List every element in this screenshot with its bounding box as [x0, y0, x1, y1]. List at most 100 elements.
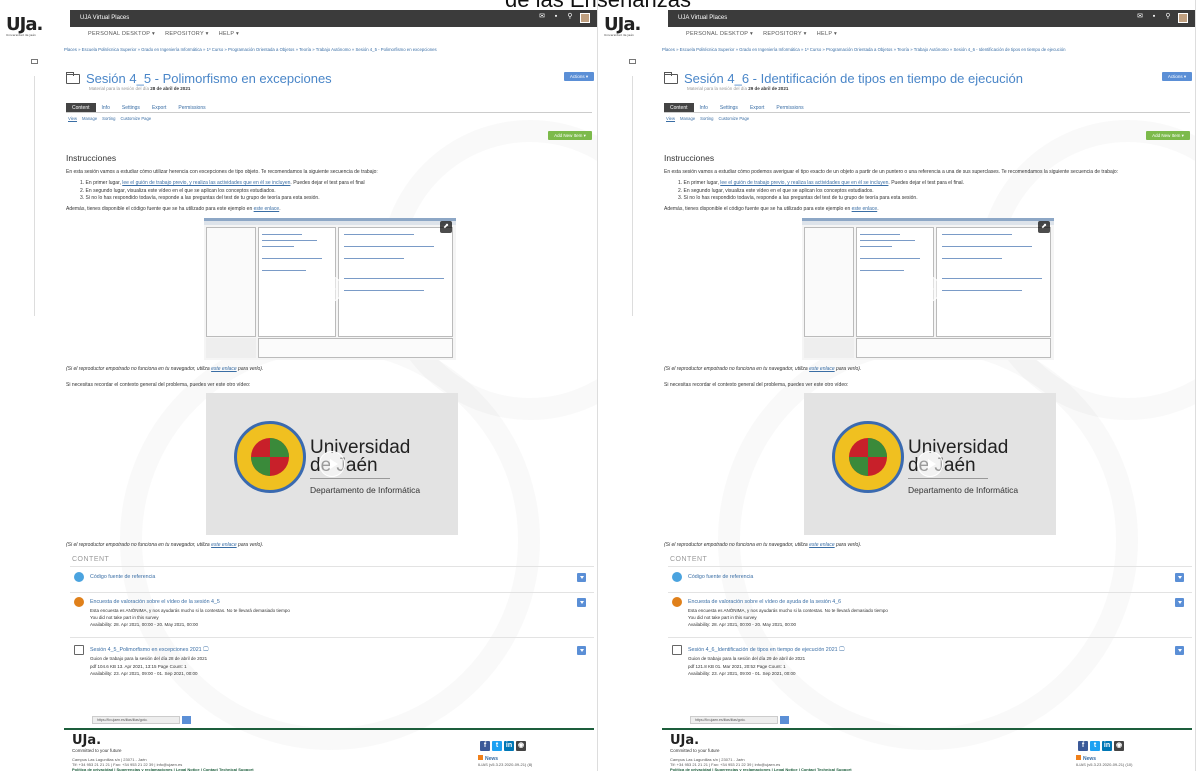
player-note-link[interactable]: este enlace: [211, 542, 237, 548]
actions-button[interactable]: Actions ▾: [1162, 72, 1192, 81]
actions-button[interactable]: Actions ▾: [564, 72, 594, 81]
video-player-1[interactable]: ⬈: [204, 218, 456, 360]
player-note-link[interactable]: este enlace: [809, 542, 835, 548]
nav-personal-desktop[interactable]: PERSONAL DESKTOP ▾: [686, 31, 753, 37]
left-divider: [632, 76, 633, 316]
item-actions-button[interactable]: [577, 646, 586, 655]
item-actions-button[interactable]: [1175, 598, 1184, 607]
item-desc: Esta encuesta es ANÓNIMA, y nos ayudarás…: [688, 608, 888, 613]
subtab-sorting[interactable]: Sorting: [700, 116, 713, 121]
url-button[interactable]: [780, 716, 789, 724]
player-note-link[interactable]: este enlace: [211, 366, 237, 372]
code-line: [860, 234, 900, 235]
code-line: [942, 258, 1002, 259]
link-icon: [672, 572, 682, 582]
thumb-code-pane: [338, 227, 453, 337]
video-player-2[interactable]: Universidadde Jaén Departamento de Infor…: [804, 393, 1056, 535]
item-actions-button[interactable]: [1175, 573, 1184, 582]
item-title[interactable]: Sesión 4_6_Identificación de tipos en ti…: [688, 647, 844, 654]
add-new-item-button[interactable]: Add New Item ▾: [548, 131, 592, 140]
item-actions-button[interactable]: [577, 598, 586, 607]
guion-link[interactable]: lee el guión de trabajo previo, y realiz…: [720, 180, 888, 186]
tree-toggle-icon[interactable]: .: [629, 59, 636, 64]
nav-repository[interactable]: REPOSITORY ▾: [763, 31, 807, 37]
version-text: ILIAS (v5.3.23 2020-09-21) (8): [478, 762, 533, 767]
code-line: [942, 234, 1012, 235]
item-title[interactable]: Sesión 4_5_Polimorfismo en excepciones 2…: [90, 647, 208, 654]
status-url: https://ilv.ujaen.es/ilias/ilias/goto.: [690, 716, 778, 724]
linkedin-icon[interactable]: in: [504, 741, 514, 751]
footer-logo[interactable]: UJa.: [72, 733, 101, 748]
nav-help[interactable]: HELP ▾: [817, 31, 837, 37]
subtab-manage[interactable]: Manage: [680, 116, 695, 121]
item-title[interactable]: Código fuente de referencia: [688, 574, 753, 580]
mail-icon[interactable]: ✉: [538, 13, 546, 21]
url-button[interactable]: [182, 716, 191, 724]
twitter-icon[interactable]: t: [1090, 741, 1100, 751]
item-actions-button[interactable]: [577, 573, 586, 582]
video-player-1[interactable]: ⬈: [802, 218, 1054, 360]
play-button[interactable]: [917, 451, 943, 477]
video-player-2[interactable]: Universidadde Jaén Departamento de Infor…: [206, 393, 458, 535]
code-line: [262, 270, 306, 271]
subtab-view[interactable]: View: [666, 116, 675, 121]
item-title[interactable]: Encuesta de valoración sobre el vídeo de…: [90, 599, 220, 605]
tree-toggle-icon[interactable]: .: [31, 59, 38, 64]
play-button[interactable]: [915, 276, 941, 302]
uja-logo[interactable]: UJa. Universidad de Jaén: [604, 14, 641, 37]
instagram-icon[interactable]: ◉: [1114, 741, 1124, 751]
code-line: [860, 270, 904, 271]
nav-repository[interactable]: REPOSITORY ▾: [165, 31, 209, 37]
twitter-icon[interactable]: t: [492, 741, 502, 751]
open-external-icon[interactable]: ⬈: [440, 221, 452, 233]
video2-department: Departamento de Informática: [310, 485, 421, 495]
footer-links[interactable]: Política de privacidad | Sugerencias y r…: [670, 767, 852, 771]
player-note: (Si el reproductor empotrado no funciona…: [664, 542, 862, 548]
footer-logo[interactable]: UJa.: [670, 733, 699, 748]
player-note-link[interactable]: este enlace: [809, 366, 835, 372]
add-new-item-button[interactable]: Add New Item ▾: [1146, 131, 1190, 140]
chat-icon[interactable]: ▪: [552, 13, 560, 21]
item-actions-button[interactable]: [1175, 646, 1184, 655]
subtab-customize[interactable]: Customize Page: [120, 116, 151, 121]
survey-icon: [74, 597, 84, 607]
search-icon[interactable]: ⚲: [566, 13, 574, 21]
breadcrumb[interactable]: Places » Escuela Politécnica Superior » …: [64, 47, 437, 52]
facebook-icon[interactable]: f: [1078, 741, 1088, 751]
facebook-icon[interactable]: f: [480, 741, 490, 751]
nav-personal-desktop[interactable]: PERSONAL DESKTOP ▾: [88, 31, 155, 37]
content-separator: [70, 637, 594, 638]
user-avatar[interactable]: [1178, 13, 1188, 23]
step-1: 1. En primer lugar, lee el guión de trab…: [678, 180, 965, 186]
code-line: [860, 246, 892, 247]
news-link[interactable]: News: [1076, 755, 1096, 762]
nav-help[interactable]: HELP ▾: [219, 31, 239, 37]
breadcrumb[interactable]: Places » Escuela Politécnica Superior » …: [662, 47, 1066, 52]
play-button[interactable]: [317, 276, 343, 302]
item-desc: Guion de trabajo para la sesión del día …: [90, 656, 208, 661]
subtab-view[interactable]: View: [68, 116, 77, 121]
linkedin-icon[interactable]: in: [1102, 741, 1112, 751]
thumb-tree-pane: [804, 227, 854, 337]
search-icon[interactable]: ⚲: [1164, 13, 1172, 21]
steps-list: 1. En primer lugar, lee el guión de trab…: [80, 180, 365, 203]
chat-icon[interactable]: ▪: [1150, 13, 1158, 21]
guion-link[interactable]: lee el guión de trabajo previo, y realiz…: [122, 180, 290, 186]
source-link[interactable]: este enlace: [852, 206, 878, 212]
user-avatar[interactable]: [580, 13, 590, 23]
footer-line: [64, 728, 594, 730]
uja-logo[interactable]: UJa. Universidad de Jaén: [6, 14, 43, 37]
source-link[interactable]: este enlace: [254, 206, 280, 212]
subtab-manage[interactable]: Manage: [82, 116, 97, 121]
instagram-icon[interactable]: ◉: [516, 741, 526, 751]
item-title[interactable]: Encuesta de valoración sobre el vídeo de…: [688, 599, 841, 605]
news-link[interactable]: News: [478, 755, 498, 762]
mail-icon[interactable]: ✉: [1136, 13, 1144, 21]
subtab-sorting[interactable]: Sorting: [102, 116, 115, 121]
content-separator: [70, 566, 594, 567]
subtab-customize[interactable]: Customize Page: [718, 116, 749, 121]
item-title[interactable]: Código fuente de referencia: [90, 574, 155, 580]
open-external-icon[interactable]: ⬈: [1038, 221, 1050, 233]
footer-links[interactable]: Política de privacidad | Sugerencias y r…: [72, 767, 254, 771]
play-button[interactable]: [319, 451, 345, 477]
